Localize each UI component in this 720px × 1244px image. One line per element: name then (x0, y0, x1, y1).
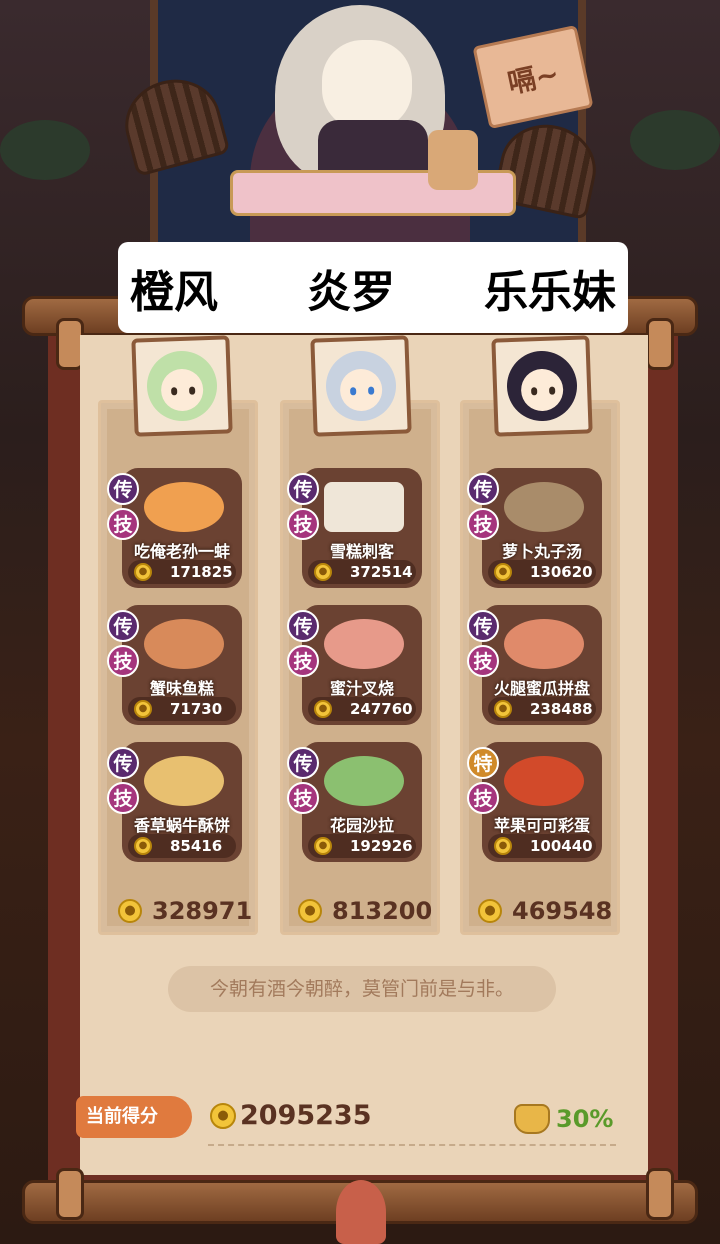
current-score: ● 2095235 (210, 1100, 372, 1131)
skill-badge: 技 (467, 645, 499, 677)
divider (208, 1144, 616, 1146)
sign-text: 嗝~ (504, 56, 562, 100)
dish-name: 萝卜丸子汤 (501, 542, 582, 561)
skill-badge: 技 (107, 645, 139, 677)
scroll-rod-cap (56, 1168, 84, 1220)
player-portrait[interactable] (310, 335, 412, 437)
tassel-knot (336, 1180, 386, 1244)
skill-badge: 技 (287, 508, 319, 540)
legendary-badge: 传 (287, 610, 319, 642)
dish-score: ● 85416 (128, 834, 236, 858)
dish-card[interactable]: 花园沙拉 ● 192926 (302, 742, 422, 862)
dish-card[interactable]: 蜜汁叉烧 ● 247760 (302, 605, 422, 725)
special-badge: 特 (467, 747, 499, 779)
dish-score: ● 192926 (308, 834, 416, 858)
dish-name: 雪糕刺客 (329, 542, 394, 561)
skill-badge: 技 (467, 782, 499, 814)
dish-card[interactable]: 蟹味鱼糕 ● 71730 (122, 605, 242, 725)
legendary-badge: 传 (107, 473, 139, 505)
scroll-rod-cap (646, 1168, 674, 1220)
stacked-bowls (428, 130, 478, 190)
dish-image (504, 482, 584, 532)
dish-score: ● 238488 (488, 697, 596, 721)
dish-name: 火腿蜜瓜拼盘 (493, 679, 590, 698)
dish-card[interactable]: 雪糕刺客 ● 372514 (302, 468, 422, 588)
coin-icon: ● (210, 1102, 236, 1129)
player-names-banner: 橙风 炎罗 乐乐妹 (118, 242, 628, 333)
legendary-badge: 传 (107, 747, 139, 779)
dish-score: ● 71730 (128, 697, 236, 721)
player-name: 乐乐妹 (484, 266, 616, 318)
dish-image (144, 482, 224, 532)
legendary-badge: 传 (287, 747, 319, 779)
dish-score: ● 247760 (308, 697, 416, 721)
dish-name: 苹果可可彩蛋 (493, 816, 590, 835)
dish-image (324, 619, 404, 669)
skill-badge: 技 (287, 645, 319, 677)
dish-card[interactable]: 苹果可可彩蛋 ● 100440 (482, 742, 602, 862)
skill-badge: 技 (467, 508, 499, 540)
coin-icon: ● (134, 837, 152, 855)
bonus-bowl-icon (514, 1104, 550, 1134)
dish-image (504, 619, 584, 669)
host-character-face (322, 40, 412, 130)
legendary-badge: 传 (467, 473, 499, 505)
bonus-indicator: 30% (514, 1104, 613, 1134)
dish-image (504, 756, 584, 806)
coin-icon: ● (494, 700, 512, 718)
plant-leaf (630, 110, 720, 170)
coin-icon: ● (314, 700, 332, 718)
skill-badge: 技 (107, 782, 139, 814)
dish-image (324, 482, 404, 532)
quote-text: 今朝有酒今朝醉，莫管门前是与非。 (168, 966, 556, 1012)
dish-name: 吃俺老孙一蚌 (133, 542, 230, 561)
coin-icon: ● (478, 899, 502, 923)
dish-score: ● 130620 (488, 560, 596, 584)
coin-icon: ● (314, 837, 332, 855)
dish-name: 蜜汁叉烧 (329, 679, 394, 698)
coin-icon: ● (494, 563, 512, 581)
coin-icon: ● (118, 899, 142, 923)
coin-icon: ● (134, 700, 152, 718)
dish-score: ● 100440 (488, 834, 596, 858)
coin-icon: ● (298, 899, 322, 923)
dish-name: 香草蜗牛酥饼 (133, 816, 230, 835)
player-portrait[interactable] (491, 335, 593, 437)
dish-image (144, 756, 224, 806)
dish-name: 花园沙拉 (329, 816, 394, 835)
plant-leaf (0, 120, 90, 180)
dish-card[interactable]: 火腿蜜瓜拼盘 ● 238488 (482, 605, 602, 725)
dish-card[interactable]: 萝卜丸子汤 ● 130620 (482, 468, 602, 588)
current-score-label: 当前得分 (76, 1096, 192, 1138)
player-name: 橙风 (130, 266, 218, 318)
scroll-rod-cap (646, 318, 674, 370)
coin-icon: ● (494, 837, 512, 855)
coin-icon: ● (314, 563, 332, 581)
dish-card[interactable]: 吃俺老孙一蚌 ● 171825 (122, 468, 242, 588)
dish-score: ● 372514 (308, 560, 416, 584)
dish-score: ● 171825 (128, 560, 236, 584)
dish-image (324, 756, 404, 806)
column-total: ● 328971 (112, 892, 262, 930)
dish-card[interactable]: 香草蜗牛酥饼 ● 85416 (122, 742, 242, 862)
dish-name: 蟹味鱼糕 (149, 679, 214, 698)
skill-badge: 技 (287, 782, 319, 814)
player-portrait[interactable] (131, 335, 233, 437)
legendary-badge: 传 (287, 473, 319, 505)
dish-image (144, 619, 224, 669)
player-name: 炎罗 (307, 266, 395, 318)
skill-badge: 技 (107, 508, 139, 540)
legendary-badge: 传 (107, 610, 139, 642)
legendary-badge: 传 (467, 610, 499, 642)
column-total: ● 469548 (472, 892, 622, 930)
coin-icon: ● (134, 563, 152, 581)
column-total: ● 813200 (292, 892, 442, 930)
